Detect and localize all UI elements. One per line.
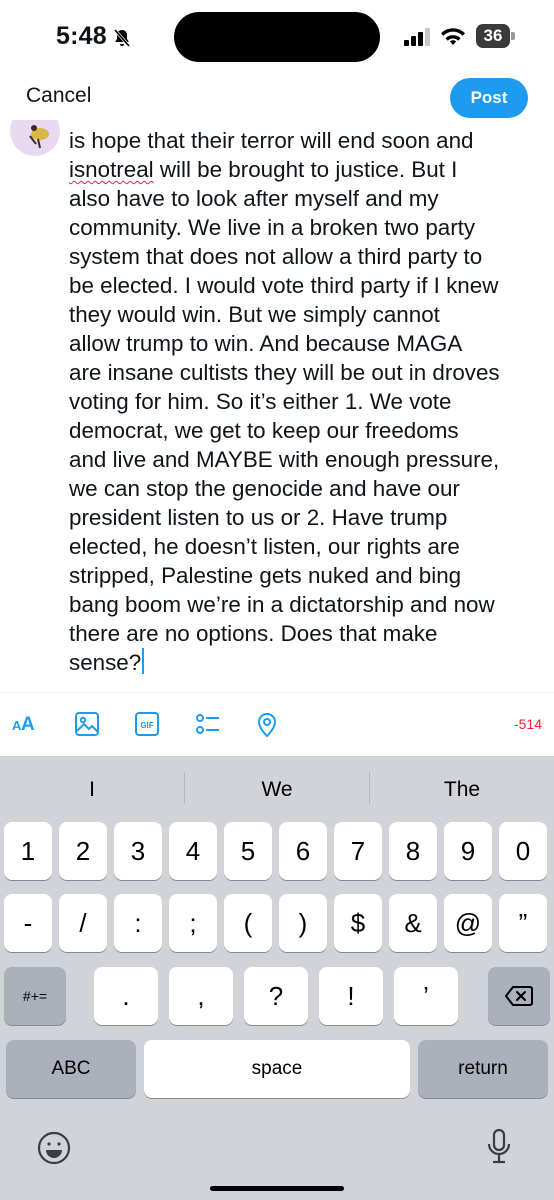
key-5[interactable]: 5 (224, 822, 272, 880)
key-question[interactable]: ? (244, 967, 308, 1025)
key-dollar[interactable]: $ (334, 894, 382, 952)
suggestion-3[interactable]: The (370, 770, 554, 810)
silent-bell-icon (113, 29, 131, 47)
abc-key[interactable]: ABC (6, 1040, 136, 1098)
compose-line: elected, he doesn’t listen, our rights a… (69, 534, 460, 559)
key-semicolon[interactable]: ; (169, 894, 217, 952)
key-7[interactable]: 7 (334, 822, 382, 880)
compose-line: system that does not allow a third party… (69, 244, 483, 269)
key-hyphen[interactable]: - (4, 894, 52, 952)
key-quote[interactable]: ” (499, 894, 547, 952)
suggestion-1[interactable]: I (0, 770, 184, 810)
compose-text-area[interactable]: is hope that their terror will end soon … (69, 126, 549, 677)
key-apostrophe[interactable]: ’ (394, 967, 458, 1025)
text-cursor (142, 648, 145, 674)
dynamic-island (174, 12, 380, 62)
space-key[interactable]: space (144, 1040, 410, 1098)
home-indicator (210, 1186, 344, 1191)
status-bar: 5:48 36 (0, 0, 554, 72)
compose-line: democrat, we get to keep our freedoms (69, 418, 459, 443)
key-comma[interactable]: , (169, 967, 233, 1025)
cellular-signal-icon (404, 28, 430, 46)
misspelled-word[interactable]: isnotreal (69, 157, 154, 182)
compose-line-last: sense? (69, 650, 142, 675)
compose-line: they would win. But we simply cannot (69, 302, 440, 327)
text-size-large-a: A (21, 714, 35, 735)
compose-line: and live and MAYBE with enough pressure, (69, 447, 500, 472)
delete-key[interactable] (488, 967, 550, 1025)
compose-line: bang boom we’re in a dictatorship and no… (69, 592, 495, 617)
compose-line: sense? (69, 648, 549, 677)
location-icon[interactable] (252, 709, 282, 739)
avatar-image (10, 120, 60, 156)
compose-line: stripped, Palestine gets nuked and bing (69, 563, 462, 588)
keyboard: I We The 1 2 3 4 5 6 7 8 9 0 - / : ; ( )… (0, 756, 554, 1200)
key-slash[interactable]: / (59, 894, 107, 952)
compose-line: community. We live in a broken two party (69, 215, 476, 240)
key-colon[interactable]: : (114, 894, 162, 952)
compose-line: also have to look after myself and my (69, 186, 439, 211)
key-0[interactable]: 0 (499, 822, 547, 880)
key-exclamation[interactable]: ! (319, 967, 383, 1025)
post-button[interactable]: Post (450, 78, 528, 118)
compose-line: voting for him. So it’s either 1. We vot… (69, 389, 452, 414)
delete-backspace-icon (505, 986, 533, 1006)
image-icon[interactable] (72, 709, 102, 739)
character-count: -514 (513, 716, 542, 732)
key-close-paren[interactable]: ) (279, 894, 327, 952)
key-at[interactable]: @ (444, 894, 492, 952)
microphone-icon[interactable] (486, 1128, 512, 1168)
key-period[interactable]: . (94, 967, 158, 1025)
battery-level: 36 (476, 24, 510, 48)
key-6[interactable]: 6 (279, 822, 327, 880)
key-9[interactable]: 9 (444, 822, 492, 880)
text-size-icon[interactable]: A A (12, 709, 42, 739)
avatar[interactable] (10, 120, 60, 156)
compose-line: be elected. I would vote third party if … (69, 273, 499, 298)
poll-icon[interactable] (192, 709, 222, 739)
compose-toolbar: A A GIF -514 (0, 692, 554, 756)
compose-line: we can stop the genocide and have our (69, 476, 460, 501)
key-2[interactable]: 2 (59, 822, 107, 880)
symbols-toggle-key[interactable]: #+= (4, 967, 66, 1025)
key-4[interactable]: 4 (169, 822, 217, 880)
compose-line: president listen to us or 2. Have trump (69, 505, 448, 530)
compose-line: are insane cultists they will be out in … (69, 360, 500, 385)
key-1[interactable]: 1 (4, 822, 52, 880)
key-8[interactable]: 8 (389, 822, 437, 880)
battery-indicator: 36 (476, 24, 516, 48)
compose-line: allow trump to win. And because MAGA (69, 331, 463, 356)
compose-line: there are no options. Does that make (69, 621, 438, 646)
status-time: 5:48 (56, 22, 107, 50)
key-ampersand[interactable]: & (389, 894, 437, 952)
key-open-paren[interactable]: ( (224, 894, 272, 952)
emoji-icon[interactable] (36, 1130, 72, 1166)
key-3[interactable]: 3 (114, 822, 162, 880)
battery-tip (511, 32, 515, 40)
suggestion-2[interactable]: We (185, 770, 369, 810)
wifi-icon (441, 28, 465, 45)
compose-line: is hope that their terror will end soon … (69, 128, 474, 153)
return-key[interactable]: return (418, 1040, 548, 1098)
cancel-button[interactable]: Cancel (26, 84, 91, 108)
gif-icon[interactable]: GIF (132, 709, 162, 739)
gif-label: GIF (140, 721, 153, 730)
compose-line: isnotreal will be brought to justice. Bu… (69, 155, 549, 184)
compose-line-rest: will be brought to justice. But I (153, 157, 458, 182)
